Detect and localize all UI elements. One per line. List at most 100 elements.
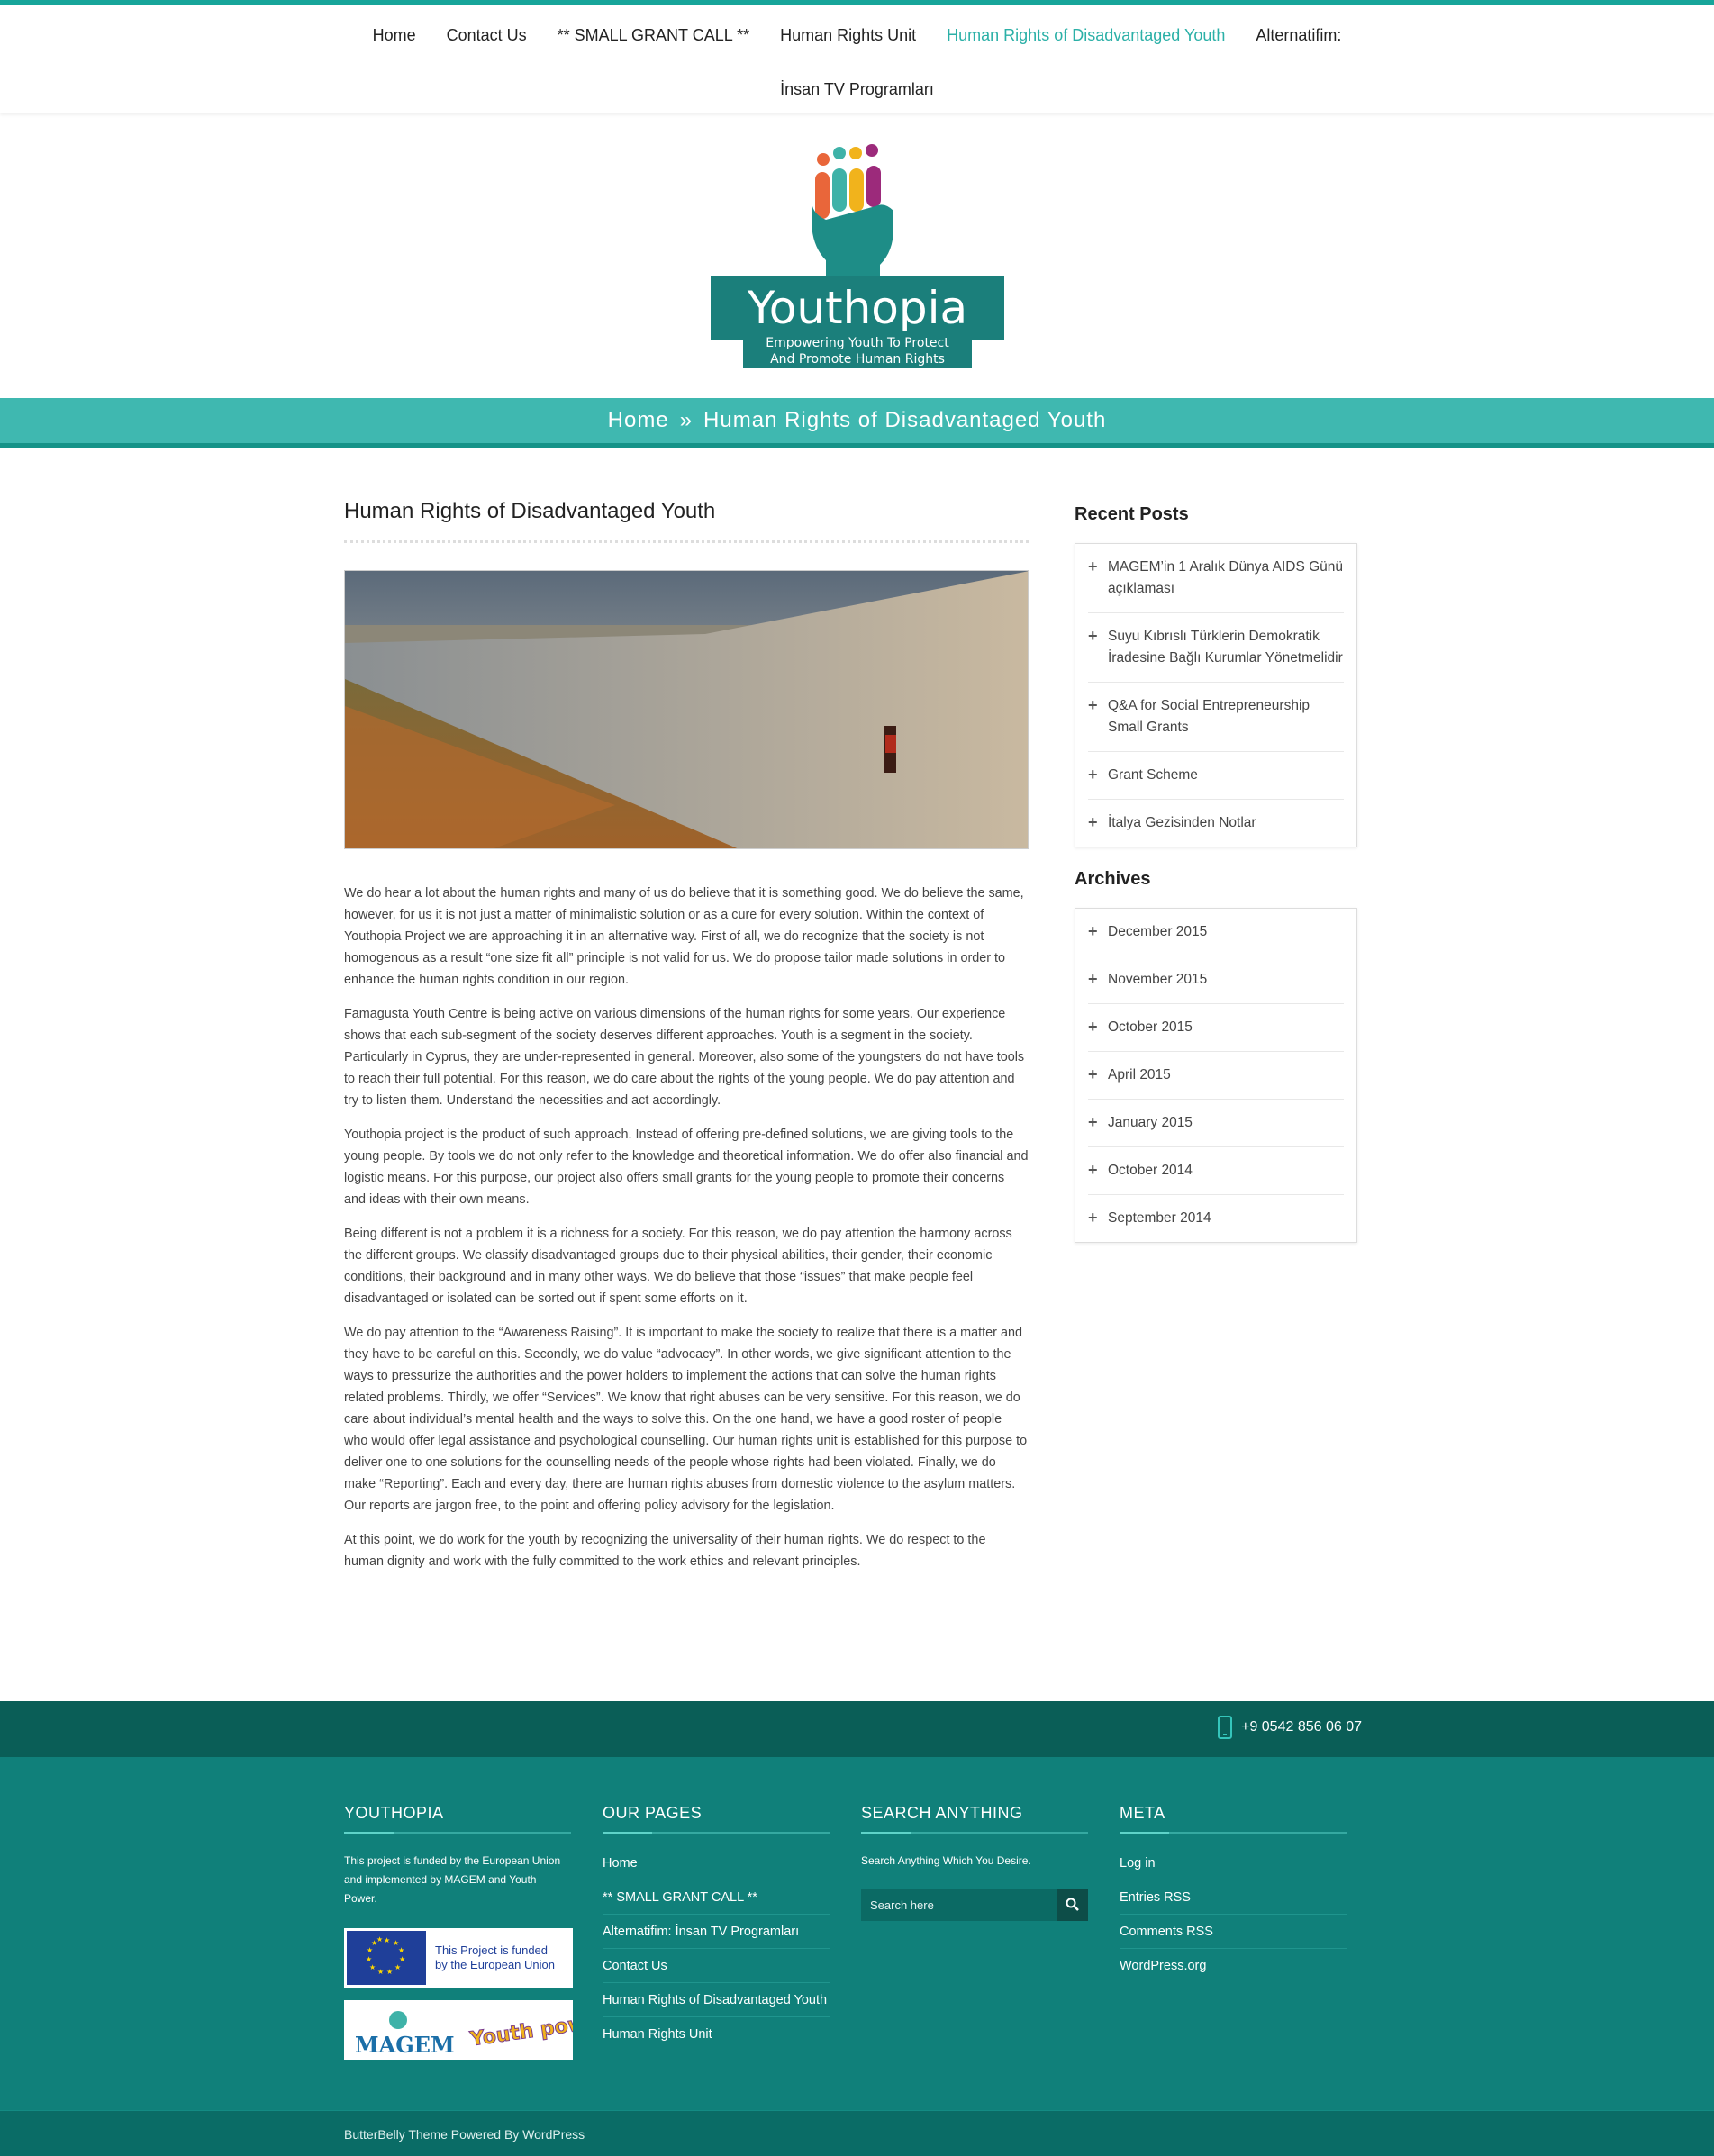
recent-post-link[interactable]: MAGEM’in 1 Aralık Dünya AIDS Günü açıkla… xyxy=(1108,559,1343,596)
footer-page-link[interactable]: ** SMALL GRANT CALL ** xyxy=(603,1880,830,1915)
logo-figure-body-3 xyxy=(848,168,864,212)
footer-credit[interactable]: ButterBelly Theme Powered By WordPress xyxy=(344,2127,585,2142)
logo-figure-body-4 xyxy=(866,166,881,207)
nav-item-small-grant-call[interactable]: ** SMALL GRANT CALL ** xyxy=(542,26,765,45)
archive-link[interactable]: October 2014 xyxy=(1108,1163,1193,1178)
footer-search-form xyxy=(861,1889,1088,1921)
article-paragraph: Famagusta Youth Centre is being active o… xyxy=(344,1007,1025,1108)
svg-text:★: ★ xyxy=(366,1955,372,1963)
nav-item-home[interactable]: Home xyxy=(358,26,431,45)
archive-link[interactable]: December 2015 xyxy=(1108,924,1207,939)
plus-icon: + xyxy=(1088,1161,1098,1179)
article-paragraph: We do pay attention to the “Awareness Ra… xyxy=(344,1326,1028,1513)
recent-post-link[interactable]: Grant Scheme xyxy=(1108,767,1198,783)
recent-post-link[interactable]: Q&A for Social Entrepreneurship Small Gr… xyxy=(1108,698,1310,735)
archive-link[interactable]: January 2015 xyxy=(1108,1115,1193,1130)
plus-icon: + xyxy=(1088,1113,1098,1131)
nav-item-human-rights-unit[interactable]: Human Rights Unit xyxy=(765,26,931,45)
recent-post-item[interactable]: + MAGEM’in 1 Aralık Dünya AIDS Günü açıkl… xyxy=(1088,544,1344,613)
archives-list: + December 2015 + November 2015 + October 2… xyxy=(1075,908,1357,1243)
archive-item[interactable]: + December 2015 xyxy=(1088,909,1344,956)
recent-post-item[interactable]: + Suyu Kıbrıslı Türklerin Demokratik İrad… xyxy=(1088,613,1344,683)
article-paragraph: Being different is not a problem it is a… xyxy=(344,1227,1012,1306)
breadcrumb: Home » Human Rights of Disadvantaged You… xyxy=(0,398,1714,448)
logo-figure-head-1 xyxy=(816,153,830,166)
eu-flag-icon: ★ ★ ★ ★ ★ ★ ★ ★ ★ ★ ★ ★ xyxy=(347,1931,426,1985)
archive-item[interactable]: + September 2014 xyxy=(1088,1195,1344,1242)
eu-funding-text: This Project is funded by the European U… xyxy=(435,1943,555,1972)
nav-item-alternatifim[interactable]: Alternatifim: xyxy=(1240,26,1356,45)
archive-link[interactable]: November 2015 xyxy=(1108,972,1207,987)
svg-text:★: ★ xyxy=(398,1946,404,1954)
recent-post-item[interactable]: + Grant Scheme xyxy=(1088,752,1344,800)
svg-text:★: ★ xyxy=(384,1936,390,1944)
recent-post-item[interactable]: + Q&A for Social Entrepreneurship Small G… xyxy=(1088,683,1344,752)
phone-number[interactable]: +9 0542 856 06 07 xyxy=(1241,1719,1362,1735)
footer-page-link[interactable]: Home xyxy=(603,1846,830,1880)
youthopia-logo[interactable]: Youthopia Empowering Youth To Protect An… xyxy=(700,143,1015,368)
logo-figure-head-4 xyxy=(865,144,878,157)
recent-post-link[interactable]: İtalya Gezisinden Notlar xyxy=(1108,815,1256,830)
meta-link-login[interactable]: Log in xyxy=(1120,1846,1347,1880)
footer-pages-list: Home ** SMALL GRANT CALL ** Alternatifim… xyxy=(603,1846,830,2051)
meta-link-wordpress[interactable]: WordPress.org xyxy=(1120,1949,1347,1982)
footer-page-link[interactable]: Alternatifim: İnsan TV Programları xyxy=(603,1915,830,1949)
svg-text:★: ★ xyxy=(386,1968,393,1976)
footer-col-title: OUR PAGES xyxy=(603,1804,830,1834)
logo-name: Youthopia xyxy=(746,282,966,334)
article-paragraph: At this point, we do work for the youth … xyxy=(344,1533,986,1569)
archive-link[interactable]: October 2015 xyxy=(1108,1019,1193,1035)
footer-col-title: YOUTHOPIA xyxy=(344,1804,571,1834)
archive-item[interactable]: + January 2015 xyxy=(1088,1100,1344,1147)
archive-link[interactable]: April 2015 xyxy=(1108,1067,1171,1083)
footer-contact-bar: +9 0542 856 06 07 xyxy=(0,1701,1714,1757)
nav-item-human-rights-disadvantaged-youth[interactable]: Human Rights of Disadvantaged Youth xyxy=(931,26,1240,45)
magem-youthpower-badge[interactable]: MAGEM Youth power xyxy=(344,2000,573,2060)
archive-link[interactable]: September 2014 xyxy=(1108,1210,1211,1226)
logo-tagline-1: Empowering Youth To Protect xyxy=(766,336,949,350)
archive-item[interactable]: + October 2014 xyxy=(1088,1147,1344,1195)
plus-icon: + xyxy=(1088,765,1098,784)
logo-area: Youthopia Empowering Youth To Protect An… xyxy=(0,113,1714,398)
plus-icon: + xyxy=(1088,813,1098,831)
search-button[interactable] xyxy=(1057,1889,1088,1921)
footer-page-link[interactable]: Human Rights Unit xyxy=(603,2017,830,2051)
archive-item[interactable]: + November 2015 xyxy=(1088,956,1344,1004)
footer-col-our-pages: OUR PAGES Home ** SMALL GRANT CALL ** Al… xyxy=(603,1757,830,2051)
footer-page-link[interactable]: Contact Us xyxy=(603,1949,830,1983)
breadcrumb-home[interactable]: Home xyxy=(608,408,669,433)
footer-col-meta: META Log in Entries RSS Comments RSS Wor… xyxy=(1120,1757,1347,1982)
recent-post-item[interactable]: + İtalya Gezisinden Notlar xyxy=(1088,800,1344,847)
footer-page-link[interactable]: Human Rights of Disadvantaged Youth xyxy=(603,1983,830,2017)
recent-post-link[interactable]: Suyu Kıbrıslı Türklerin Demokratik İrade… xyxy=(1108,629,1343,666)
plus-icon: + xyxy=(1088,922,1098,940)
search-input[interactable] xyxy=(861,1889,1057,1921)
breadcrumb-separator: » xyxy=(679,408,694,432)
search-icon xyxy=(1066,1898,1079,1911)
svg-text:★: ★ xyxy=(394,1963,401,1971)
footer-phone: +9 0542 856 06 07 xyxy=(1218,1716,1362,1739)
footer: YOUTHOPIA This project is funded by the … xyxy=(0,1757,1714,2110)
svg-text:★: ★ xyxy=(369,1963,376,1971)
eu-funding-badge[interactable]: ★ ★ ★ ★ ★ ★ ★ ★ ★ ★ ★ ★ This Project is funded b… xyxy=(344,1928,573,1988)
footer-col-title: META xyxy=(1120,1804,1347,1834)
youthpower-logo-text: Youth power xyxy=(467,2009,573,2052)
archive-item[interactable]: + October 2015 xyxy=(1088,1004,1344,1052)
svg-text:★: ★ xyxy=(377,1968,384,1976)
nav-item-insan-tv[interactable]: İnsan TV Programları xyxy=(765,80,949,99)
hero-illustration xyxy=(345,571,1028,848)
svg-text:★: ★ xyxy=(367,1946,373,1954)
archive-item[interactable]: + April 2015 xyxy=(1088,1052,1344,1100)
nav-row-2: İnsan TV Programları xyxy=(0,65,1714,113)
recent-posts-list: + MAGEM’in 1 Aralık Dünya AIDS Günü açıkl… xyxy=(1075,543,1357,847)
sidebar: Recent Posts + MAGEM’in 1 Aralık Dünya AI… xyxy=(1075,504,1357,1264)
nav-row-1: Home Contact Us ** SMALL GRANT CALL ** H… xyxy=(0,5,1714,65)
meta-link-entries-rss[interactable]: Entries RSS xyxy=(1120,1880,1347,1915)
meta-link-comments-rss[interactable]: Comments RSS xyxy=(1120,1915,1347,1949)
logo-figure-body-2 xyxy=(831,168,847,212)
magem-logo-text: MAGEM xyxy=(355,2032,455,2058)
nav-item-contact-us[interactable]: Contact Us xyxy=(431,26,542,45)
eu-text-line-2: by the European Union xyxy=(435,1958,555,1971)
breadcrumb-current: Human Rights of Disadvantaged Youth xyxy=(703,408,1107,432)
plus-icon: + xyxy=(1088,696,1098,714)
